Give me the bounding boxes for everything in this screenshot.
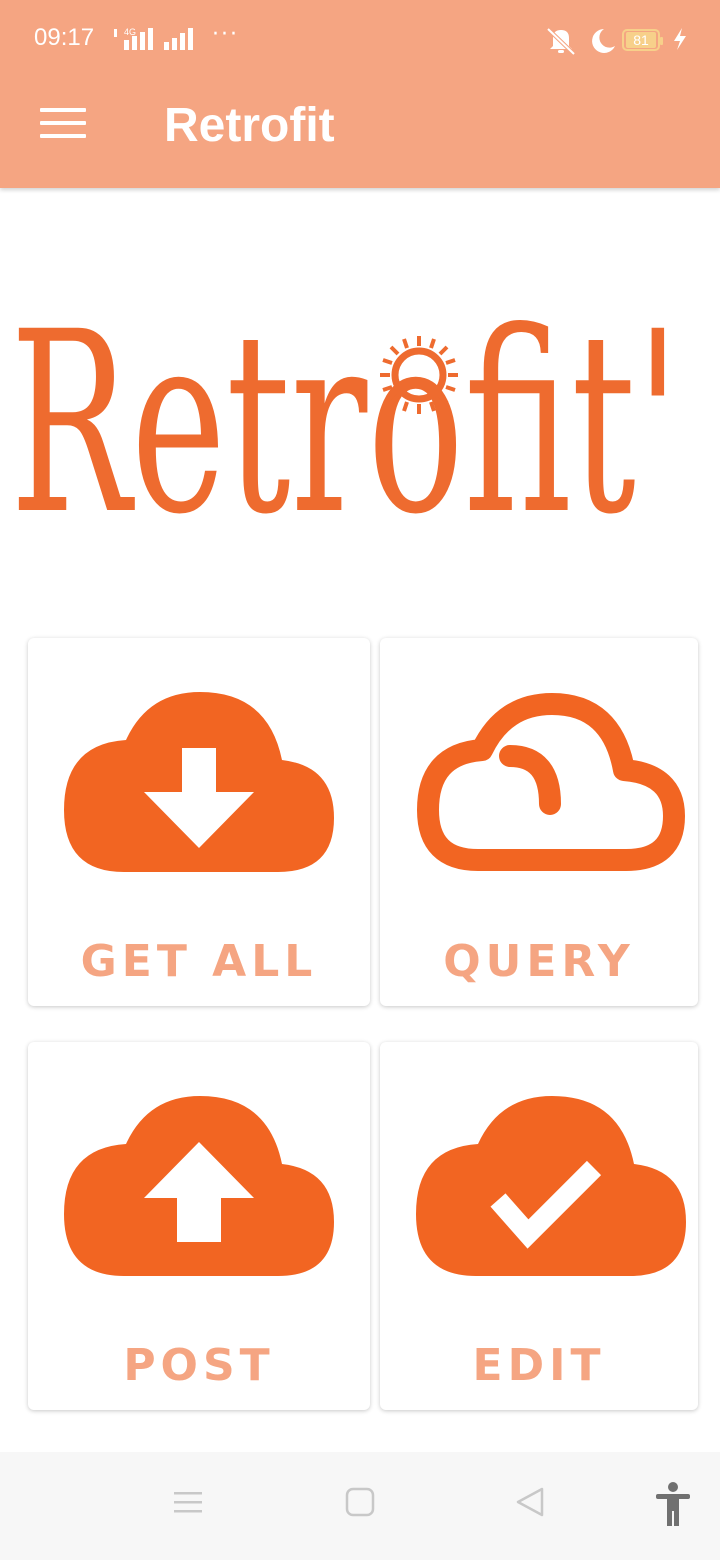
get-all-card[interactable]: GET ALL — [28, 638, 370, 1006]
edit-label: EDIT — [472, 1340, 606, 1391]
signal-icon — [164, 26, 204, 56]
navigation-bar — [0, 1452, 720, 1560]
more-status-icon: ··· — [212, 22, 239, 47]
recents-icon[interactable] — [172, 1486, 204, 1522]
get-all-label: GET ALL — [80, 936, 318, 987]
network-type-label: 4G — [124, 27, 136, 37]
moon-icon — [588, 26, 618, 60]
back-icon[interactable] — [514, 1486, 546, 1522]
top-bar: 09:17 4G ··· 81 Retrofit — [0, 0, 720, 188]
status-bar: 09:17 4G ··· 81 — [0, 0, 720, 80]
status-time: 09:17 — [34, 24, 95, 51]
cloud-upload-icon — [64, 1096, 334, 1276]
hamburger-icon[interactable] — [40, 108, 86, 144]
accessibility-icon[interactable] — [654, 1482, 692, 1530]
mute-icon — [544, 26, 578, 60]
app-title: Retrofit — [164, 99, 335, 152]
post-card[interactable]: POST — [28, 1042, 370, 1410]
logo-text: Retrofit' — [10, 278, 680, 540]
query-card[interactable]: QUERY — [380, 638, 698, 1006]
cloud-download-icon — [64, 692, 334, 872]
battery-icon: 81 — [622, 29, 663, 51]
battery-level: 81 — [626, 32, 656, 48]
cloud-check-icon — [416, 1096, 686, 1276]
home-icon[interactable] — [344, 1486, 376, 1522]
post-label: POST — [123, 1340, 275, 1391]
charging-icon — [672, 26, 688, 56]
signal-icon: 4G — [114, 26, 160, 56]
cloud-outline-icon — [417, 693, 685, 871]
query-label: QUERY — [443, 936, 635, 987]
retrofit-logo: Retrofit' — [10, 210, 690, 569]
edit-card[interactable]: EDIT — [380, 1042, 698, 1410]
